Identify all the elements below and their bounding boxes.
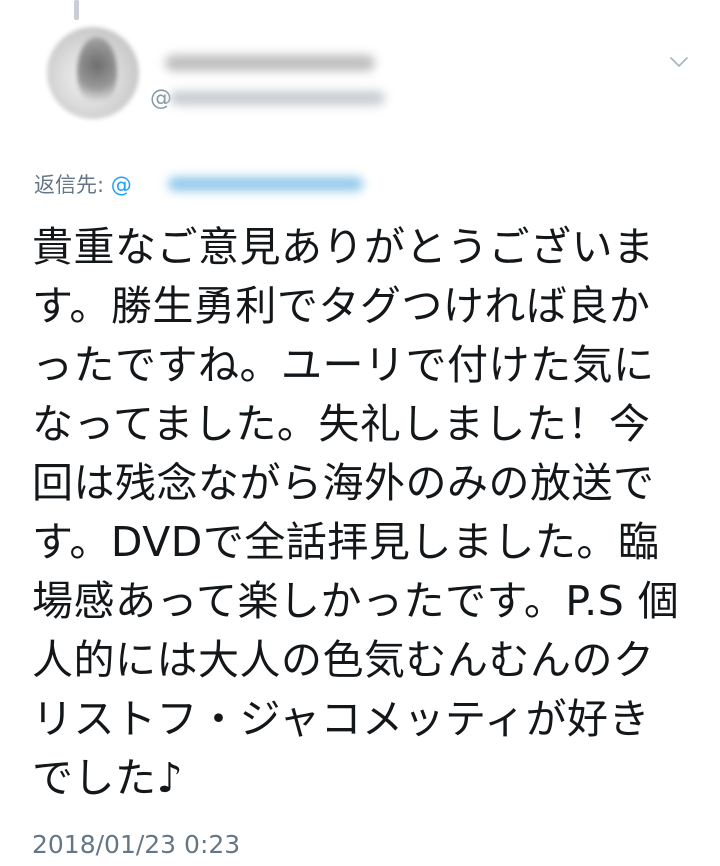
tweet-text-line: 回は残念ながら海外のみの放送で [32, 459, 655, 507]
reply-handle-redacted [168, 177, 363, 191]
chevron-down-icon[interactable] [669, 52, 689, 72]
reply-to-line: 返信先: @ [34, 172, 132, 198]
user-handle-redacted [170, 91, 385, 105]
reply-to-handle[interactable]: @ [111, 173, 132, 197]
display-name[interactable] [150, 52, 370, 78]
tweet-text-line: リストフ・ジャコメッティが好き [32, 695, 650, 743]
avatar[interactable] [47, 27, 139, 119]
thread-connector-line [74, 0, 79, 20]
tweet-text: 貴重なご意見ありがとうございま す。勝生勇利でタグつければ良か ったですね。ユー… [32, 218, 692, 808]
user-handle[interactable]: @ [150, 88, 172, 110]
tweet-text-line: ったですね。ユーリで付けた気に [32, 341, 655, 389]
tweet-text-line: 貴重なご意見ありがとうございま [32, 223, 655, 271]
reply-to-label: 返信先: [34, 173, 111, 197]
tweet-text-line: す。DVDで全話拝見しました。臨 [32, 518, 660, 566]
tweet-text-line: 人的には大人の色気むんむんのク [32, 636, 655, 684]
tweet-text-line: す。勝生勇利でタグつければ良か [32, 282, 651, 330]
tweet-text-line: でした♪ [32, 754, 184, 802]
tweet-timestamp[interactable]: 2018/01/23 0:23 [32, 830, 240, 860]
tweet-text-line: なってました。失礼しました！今 [32, 400, 651, 448]
tweet-text-line: 場感あって楽しかったです。P.S 個 [32, 577, 680, 625]
